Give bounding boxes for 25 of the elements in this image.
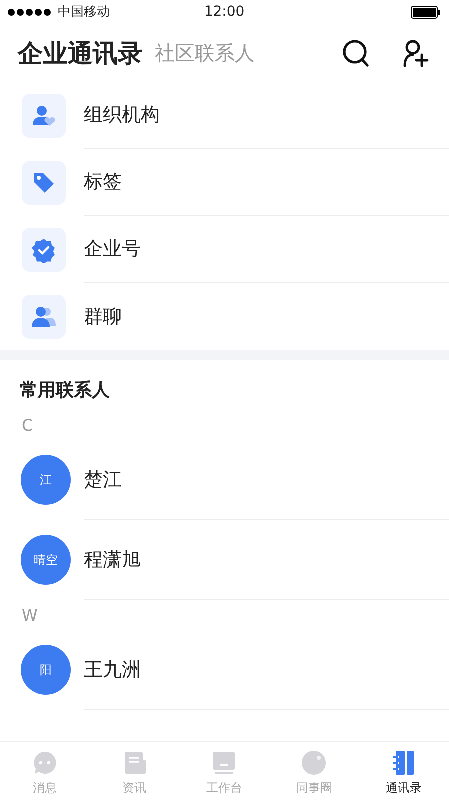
index-letter: W: [21, 605, 39, 627]
add-person-icon[interactable]: [403, 40, 429, 66]
carrier: 中国移动: [58, 4, 110, 21]
contact-name[interactable]: 王九洲: [84, 656, 141, 682]
clock: 12:00: [204, 4, 245, 20]
chat-bubble-icon: [32, 750, 58, 776]
signal-icon: [8, 8, 52, 16]
battery-icon: [411, 6, 441, 18]
menu-item[interactable]: 组织机构: [84, 102, 160, 128]
verified-badge-icon: [31, 236, 57, 262]
header-tab[interactable]: 企业通讯录: [18, 36, 143, 70]
search-icon[interactable]: [343, 40, 369, 66]
contact-name[interactable]: 楚江: [84, 466, 122, 492]
menu-item[interactable]: 标签: [84, 169, 122, 195]
index-letter: C: [21, 415, 34, 437]
tab-bar-item[interactable]: 通讯录: [359, 742, 449, 800]
avatar: 晴空: [21, 535, 71, 585]
avatar: 阳: [21, 645, 71, 695]
monitor-icon: [211, 750, 238, 776]
contact-name[interactable]: 程潇旭: [84, 546, 141, 572]
section-title: 常用联系人: [19, 379, 111, 403]
avatar: 江: [21, 455, 71, 505]
circle-icon: [301, 750, 328, 776]
menu-item[interactable]: 企业号: [84, 236, 141, 262]
menu-item[interactable]: 群聊: [84, 304, 122, 330]
